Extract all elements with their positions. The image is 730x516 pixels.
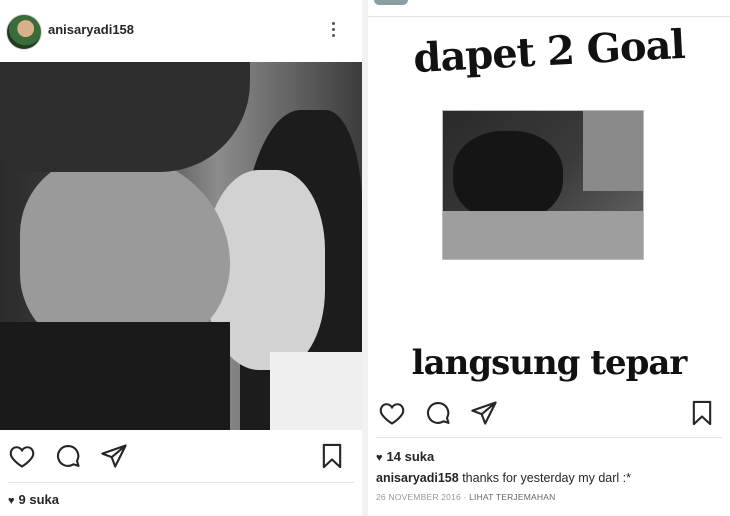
photo-shape-cap <box>0 62 250 172</box>
caption-username[interactable]: anisaryadi158 <box>376 471 459 485</box>
action-bar <box>368 389 730 437</box>
meme-photo <box>442 110 644 260</box>
more-options-icon[interactable] <box>329 20 337 42</box>
post-photo[interactable] <box>0 62 362 430</box>
photo-shape-wall <box>583 111 643 191</box>
post-date: 26 NOVEMBER 2016 <box>376 492 461 502</box>
divider <box>376 437 722 438</box>
caption-text: thanks for yesterday my darl :* <box>462 471 632 485</box>
like-count[interactable]: ♥ 9 suka <box>8 492 59 507</box>
comment-bubble-icon[interactable] <box>54 442 82 470</box>
meme-bottom-text: langsung tepar <box>411 343 688 383</box>
paper-plane-icon[interactable] <box>100 442 128 470</box>
action-bar <box>0 432 362 480</box>
translate-link[interactable]: LIHAT TERJEMAHAN <box>469 492 555 502</box>
paper-plane-icon[interactable] <box>470 399 498 427</box>
heart-outline-icon[interactable] <box>8 442 36 470</box>
avatar[interactable] <box>6 14 42 50</box>
like-count[interactable]: ♥ 14 suka <box>376 449 434 464</box>
divider <box>8 482 354 483</box>
divider <box>368 16 730 17</box>
meme-top-text: dapet 2 Goal <box>412 20 686 83</box>
photo-shape-jacket <box>0 322 230 430</box>
heart-filled-icon: ♥ <box>376 452 383 464</box>
heart-filled-icon: ♥ <box>8 495 15 507</box>
photo-shape-sleeper <box>453 131 563 221</box>
comment-bubble-icon[interactable] <box>424 399 452 427</box>
avatar-partial <box>374 0 408 5</box>
heart-outline-icon[interactable] <box>378 399 406 427</box>
bookmark-icon[interactable] <box>688 399 716 427</box>
photo-shape-pillow <box>443 211 643 259</box>
post-header: anisaryadi158 <box>0 0 362 62</box>
right-post: dapet 2 Goal langsung tepar ♥ 14 suka ani… <box>368 0 730 516</box>
post-caption: anisaryadi158 thanks for yesterday my da… <box>376 471 631 485</box>
like-count-text: 14 suka <box>386 449 435 464</box>
username[interactable]: anisaryadi158 <box>48 22 134 37</box>
post-meta: 26 NOVEMBER 2016 · LIHAT TERJEMAHAN <box>376 492 556 502</box>
bookmark-icon[interactable] <box>318 442 346 470</box>
photo-shape-shirt <box>270 352 362 430</box>
like-count-text: 9 suka <box>18 492 60 507</box>
left-post: anisaryadi158 ♥ 9 suka <box>0 0 362 516</box>
